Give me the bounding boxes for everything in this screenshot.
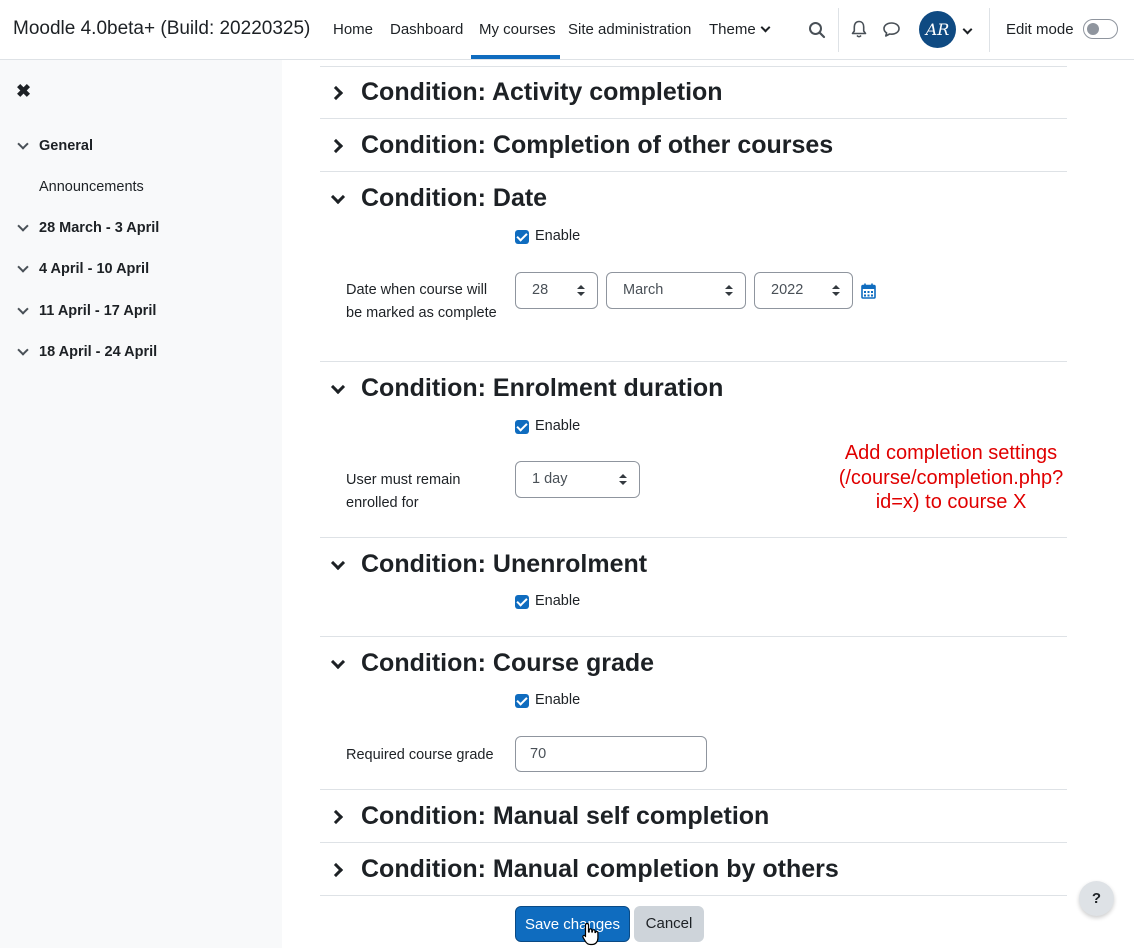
nav-dashboard[interactable]: Dashboard xyxy=(390,21,463,38)
nav-theme-label: Theme xyxy=(709,21,756,38)
section-divider xyxy=(320,636,1067,637)
nav-home[interactable]: Home xyxy=(333,21,373,38)
select-arrows-icon xyxy=(725,285,733,297)
chevron-down-icon[interactable] xyxy=(330,654,346,670)
chevron-down-icon[interactable] xyxy=(17,344,29,356)
toggle-knob xyxy=(1087,23,1099,35)
save-button[interactable]: Save changes xyxy=(515,906,630,942)
enrolment-enable-checkbox[interactable] xyxy=(515,420,529,434)
grade-enable-label: Enable xyxy=(535,692,581,708)
year-select[interactable]: 2022 xyxy=(754,272,853,309)
chevron-right-icon[interactable] xyxy=(328,138,344,154)
unenrolment-enable-label: Enable xyxy=(535,593,581,609)
chevron-down-icon[interactable] xyxy=(17,138,29,150)
unenrolment-enable-checkbox[interactable] xyxy=(515,595,529,609)
edit-mode-label: Edit mode xyxy=(1006,21,1074,38)
bell-icon[interactable] xyxy=(851,20,867,39)
grade-enable-checkbox[interactable] xyxy=(515,694,529,708)
search-icon[interactable] xyxy=(808,21,826,39)
sidebar-item-week-4[interactable]: 18 April - 24 April xyxy=(39,344,157,360)
calendar-icon[interactable] xyxy=(861,283,876,299)
cancel-button[interactable]: Cancel xyxy=(634,906,704,942)
chevron-down-icon[interactable] xyxy=(330,189,346,205)
edit-mode-toggle[interactable] xyxy=(1083,19,1118,39)
top-navbar: Moodle 4.0beta+ (Build: 20220325) Home D… xyxy=(0,0,1134,60)
day-select-value: 28 xyxy=(532,282,549,298)
sidebar-item-week-3[interactable]: 11 April - 17 April xyxy=(39,303,156,319)
section-enrolment-duration[interactable]: Condition: Enrolment duration xyxy=(361,374,723,403)
date-enable-checkbox[interactable] xyxy=(515,230,529,244)
hand-cursor-icon xyxy=(582,922,599,946)
section-divider xyxy=(320,537,1067,538)
day-select[interactable]: 28 xyxy=(515,272,598,309)
chevron-right-icon[interactable] xyxy=(328,85,344,101)
sidebar-item-general[interactable]: General xyxy=(39,138,93,154)
chevron-right-icon[interactable] xyxy=(328,862,344,878)
date-field-label: Date when course will be marked as compl… xyxy=(346,282,497,321)
section-activity-completion[interactable]: Condition: Activity completion xyxy=(361,78,723,107)
enrolment-enable-label: Enable xyxy=(535,418,581,434)
course-index-drawer: ✖ General Announcements 28 March - 3 Apr… xyxy=(0,60,282,948)
chevron-down-icon[interactable] xyxy=(17,220,29,232)
message-icon[interactable] xyxy=(882,21,901,38)
year-select-value: 2022 xyxy=(771,282,804,298)
sidebar-item-week-2[interactable]: 4 April - 10 April xyxy=(39,261,149,277)
nav-site-administration[interactable]: Site administration xyxy=(568,21,691,38)
section-unenrolment[interactable]: Condition: Unenrolment xyxy=(361,550,647,579)
section-course-grade[interactable]: Condition: Course grade xyxy=(361,649,654,678)
chevron-right-icon[interactable] xyxy=(328,809,344,825)
section-divider xyxy=(320,171,1067,172)
nav-active-indicator xyxy=(471,55,560,59)
enrolment-duration-select[interactable]: 1 day xyxy=(515,461,640,498)
avatar[interactable]: AR xyxy=(919,11,956,48)
nav-divider xyxy=(838,8,839,52)
enrolment-field-label: User must remain enrolled for xyxy=(346,472,461,511)
chevron-down-icon[interactable] xyxy=(17,303,29,315)
nav-my-courses[interactable]: My courses xyxy=(479,21,556,38)
section-other-courses[interactable]: Condition: Completion of other courses xyxy=(361,131,833,160)
section-divider xyxy=(320,789,1067,790)
enrolment-duration-value: 1 day xyxy=(532,471,568,487)
nav-theme[interactable]: Theme xyxy=(709,21,771,38)
chevron-down-icon[interactable] xyxy=(330,379,346,395)
chevron-down-icon[interactable] xyxy=(17,261,29,273)
section-manual-others[interactable]: Condition: Manual completion by others xyxy=(361,855,839,884)
annotation-text: Add completion settings (/course/complet… xyxy=(838,442,1064,513)
section-date[interactable]: Condition: Date xyxy=(361,184,547,213)
select-arrows-icon xyxy=(832,285,840,297)
month-select[interactable]: March xyxy=(606,272,746,309)
section-divider xyxy=(320,842,1067,843)
close-icon[interactable]: ✖ xyxy=(16,81,31,102)
sidebar-item-week-1[interactable]: 28 March - 3 April xyxy=(39,220,159,236)
grade-field-label: Required course grade xyxy=(346,747,494,763)
chevron-down-icon[interactable] xyxy=(330,555,346,571)
help-button[interactable]: ? xyxy=(1079,881,1114,916)
site-brand[interactable]: Moodle 4.0beta+ (Build: 20220325) xyxy=(13,18,310,40)
section-divider xyxy=(320,66,1067,67)
sidebar-item-announcements[interactable]: Announcements xyxy=(39,179,144,195)
section-divider xyxy=(320,895,1067,896)
chevron-down-icon[interactable] xyxy=(962,24,973,35)
chevron-down-icon xyxy=(760,22,771,33)
nav-divider xyxy=(989,8,990,52)
select-arrows-icon xyxy=(577,285,585,297)
section-manual-self[interactable]: Condition: Manual self completion xyxy=(361,802,769,831)
required-grade-input[interactable]: 70 xyxy=(515,736,707,772)
section-divider xyxy=(320,118,1067,119)
section-divider xyxy=(320,361,1067,362)
month-select-value: March xyxy=(623,282,664,298)
select-arrows-icon xyxy=(619,474,627,486)
date-enable-label: Enable xyxy=(535,228,581,244)
